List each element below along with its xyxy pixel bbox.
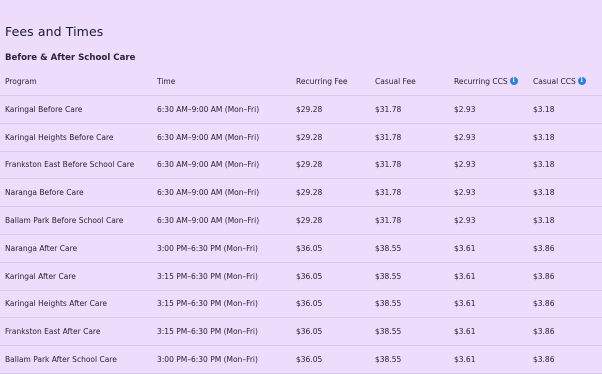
cell-program: Karingal Before Care [5, 104, 83, 114]
cell-recurring-fee: $36.05 [296, 299, 323, 309]
column-header-recurring-ccs: Recurring CCS i [454, 68, 533, 96]
table-row: Ballam Park Before School Care 6:30 AM–9… [0, 207, 602, 235]
cell-time: 6:30 AM–9:00 AM (Mon–Fri) [157, 216, 260, 226]
table-header-row: Program Time Recurring Fee Casual Fee Re… [0, 68, 602, 96]
cell-casual-ccs: $3.86 [533, 299, 555, 309]
cell-casual-fee: $31.78 [375, 104, 402, 114]
cell-program: Ballam Park Before School Care [5, 216, 124, 226]
cell-recurring-ccs: $2.93 [454, 216, 476, 226]
cell-recurring-fee: $29.28 [296, 160, 323, 170]
cell-recurring-ccs: $3.61 [454, 327, 476, 337]
section-title: Before & After School Care [5, 53, 136, 63]
info-icon[interactable]: i [509, 77, 518, 85]
table-row: Frankston East Before School Care 6:30 A… [0, 151, 602, 179]
cell-program: Frankston East Before School Care [5, 160, 135, 170]
cell-recurring-fee: $36.05 [296, 243, 323, 253]
cell-time: 3:15 PM–6:30 PM (Mon–Fri) [157, 327, 258, 337]
table-row: Karingal Heights Before Care 6:30 AM–9:0… [0, 123, 602, 152]
column-header-label: Casual CCS [533, 77, 576, 86]
cell-casual-ccs: $3.86 [533, 355, 555, 365]
column-header-program: Program [5, 77, 37, 86]
cell-recurring-fee: $36.05 [296, 327, 323, 337]
fees-table: Program Time Recurring Fee Casual Fee Re… [0, 68, 602, 374]
cell-time: 3:00 PM–6:30 PM (Mon–Fri) [157, 355, 258, 365]
cell-casual-ccs: $3.18 [533, 216, 555, 226]
cell-time: 6:30 AM–9:00 AM (Mon–Fri) [157, 104, 260, 114]
cell-recurring-ccs: $3.61 [454, 271, 476, 281]
cell-recurring-ccs: $2.93 [454, 132, 476, 142]
cell-time: 6:30 AM–9:00 AM (Mon–Fri) [157, 188, 260, 198]
cell-recurring-ccs: $2.93 [454, 104, 476, 114]
cell-casual-fee: $38.55 [375, 355, 402, 365]
cell-recurring-fee: $29.28 [296, 132, 323, 142]
cell-casual-fee: $31.78 [375, 188, 402, 198]
cell-casual-ccs: $3.86 [533, 327, 555, 337]
cell-program: Naranga Before Care [5, 188, 84, 198]
table-row: Naranga After Care 3:00 PM–6:30 PM (Mon–… [0, 234, 602, 263]
cell-recurring-fee: $36.05 [296, 271, 323, 281]
cell-casual-ccs: $3.86 [533, 271, 555, 281]
column-header-recurring-fee: Recurring Fee [296, 77, 348, 86]
cell-program: Karingal Heights After Care [5, 299, 107, 309]
cell-recurring-fee: $29.28 [296, 216, 323, 226]
cell-casual-ccs: $3.18 [533, 132, 555, 142]
info-icon[interactable]: i [577, 77, 586, 85]
cell-recurring-ccs: $2.93 [454, 160, 476, 170]
cell-recurring-ccs: $3.61 [454, 299, 476, 309]
column-header-casual-ccs: Casual CCS i [533, 68, 602, 96]
cell-time: 3:00 PM–6:30 PM (Mon–Fri) [157, 243, 258, 253]
table-row: Karingal Before Care 6:30 AM–9:00 AM (Mo… [0, 96, 602, 124]
cell-casual-fee: $38.55 [375, 271, 402, 281]
cell-program: Ballam Park After School Care [5, 355, 117, 365]
column-header-casual-fee: Casual Fee [375, 77, 416, 86]
cell-casual-fee: $38.55 [375, 243, 402, 253]
cell-casual-fee: $31.78 [375, 132, 402, 142]
table-row: Frankston East After Care 3:15 PM–6:30 P… [0, 318, 602, 346]
cell-casual-ccs: $3.86 [533, 243, 555, 253]
cell-casual-fee: $38.55 [375, 299, 402, 309]
table-row: Naranga Before Care 6:30 AM–9:00 AM (Mon… [0, 179, 602, 207]
cell-casual-fee: $31.78 [375, 160, 402, 170]
cell-program: Karingal After Care [5, 271, 76, 281]
cell-program: Frankston East After Care [5, 327, 101, 337]
cell-recurring-ccs: $3.61 [454, 243, 476, 253]
cell-casual-fee: $38.55 [375, 327, 402, 337]
column-header-time: Time [157, 77, 176, 86]
column-header-label: Recurring CCS [454, 77, 508, 86]
cell-time: 6:30 AM–9:00 AM (Mon–Fri) [157, 132, 260, 142]
cell-time: 6:30 AM–9:00 AM (Mon–Fri) [157, 160, 260, 170]
cell-time: 3:15 PM–6:30 PM (Mon–Fri) [157, 299, 258, 309]
cell-recurring-fee: $29.28 [296, 188, 323, 198]
cell-recurring-fee: $29.28 [296, 104, 323, 114]
cell-casual-ccs: $3.18 [533, 104, 555, 114]
cell-recurring-ccs: $2.93 [454, 188, 476, 198]
page-title: Fees and Times [5, 24, 104, 39]
cell-time: 3:15 PM–6:30 PM (Mon–Fri) [157, 271, 258, 281]
cell-casual-ccs: $3.18 [533, 160, 555, 170]
table-row: Karingal Heights After Care 3:15 PM–6:30… [0, 290, 602, 318]
cell-casual-fee: $31.78 [375, 216, 402, 226]
cell-program: Naranga After Care [5, 243, 78, 253]
table-row: Ballam Park After School Care 3:00 PM–6:… [0, 346, 602, 374]
table-row: Karingal After Care 3:15 PM–6:30 PM (Mon… [0, 262, 602, 291]
cell-casual-ccs: $3.18 [533, 188, 555, 198]
cell-recurring-fee: $36.05 [296, 355, 323, 365]
cell-program: Karingal Heights Before Care [5, 132, 114, 142]
cell-recurring-ccs: $3.61 [454, 355, 476, 365]
